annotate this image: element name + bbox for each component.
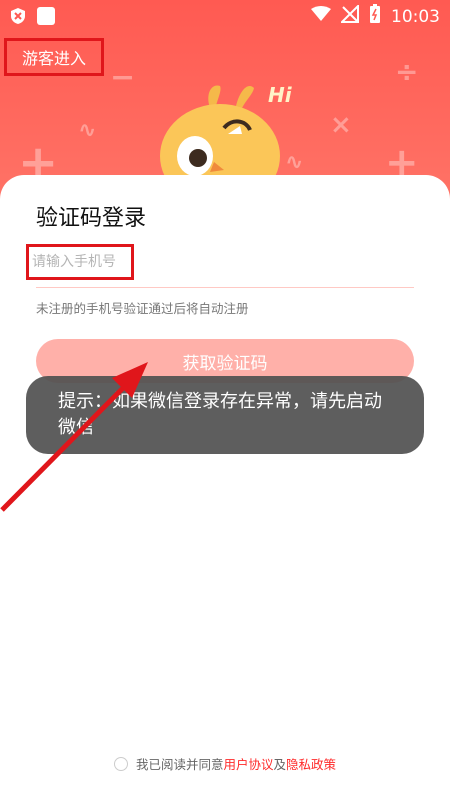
agree-checkbox[interactable] — [113, 756, 128, 771]
user-agreement-link[interactable]: 用户协议 — [223, 754, 273, 773]
agreement-row: 我已阅读并同意 用户协议 及 隐私政策 — [0, 754, 450, 773]
agreement-and: 及 — [273, 757, 287, 772]
multiply-decoration-icon: × — [330, 110, 352, 140]
agreement-prefix: 我已阅读并同意 — [135, 757, 224, 772]
phone-input[interactable] — [26, 244, 134, 280]
phone-field-container — [26, 241, 414, 288]
shield-icon — [10, 7, 26, 29]
app-notification-icon — [36, 6, 56, 30]
zigzag-decoration-icon: ∿ — [78, 118, 97, 143]
mascot-icon: Hi — [160, 83, 293, 188]
register-hint: 未注册的手机号验证通过后将自动注册 — [36, 301, 249, 316]
wifi-icon — [311, 6, 331, 27]
guest-entry-button[interactable]: 游客进入 — [4, 38, 104, 76]
clock: 10:03 — [391, 6, 440, 27]
battery-icon — [369, 4, 381, 29]
minus-decoration-icon: − — [110, 60, 136, 95]
page-title: 验证码登录 — [36, 206, 147, 231]
mascot-hi-text: Hi — [268, 83, 293, 107]
divide-decoration-icon: ÷ — [395, 55, 419, 88]
no-signal-icon — [339, 3, 359, 28]
privacy-policy-link[interactable]: 隐私政策 — [286, 754, 336, 773]
status-bar: 10:03 — [0, 0, 450, 32]
toast-message: 提示：如果微信登录存在异常，请先启动微信 — [26, 376, 424, 454]
